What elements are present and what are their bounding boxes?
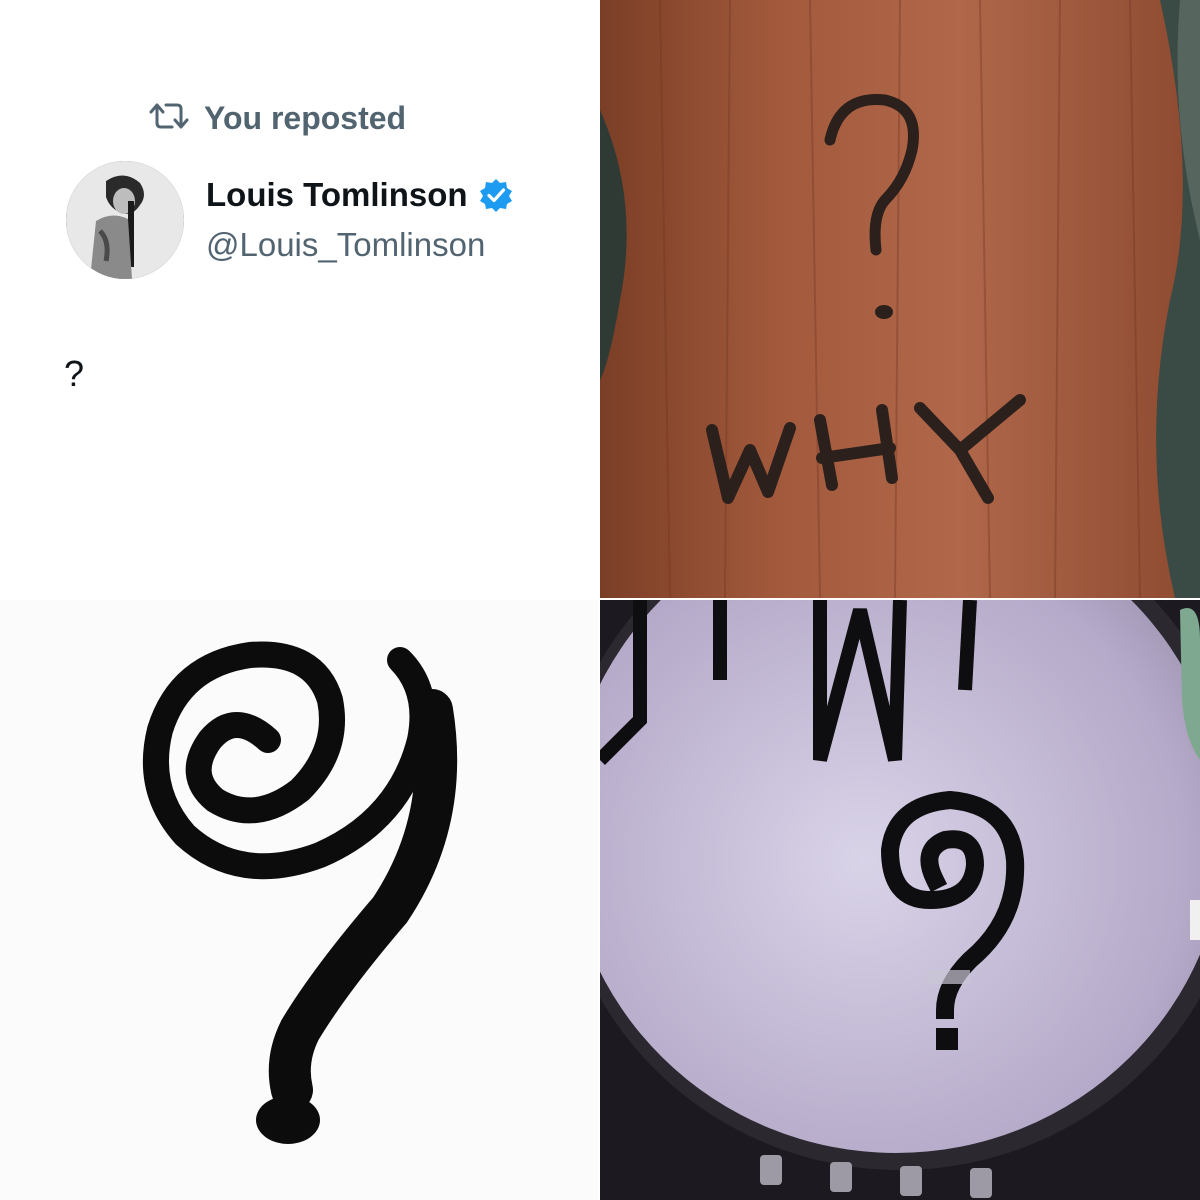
divider-vertical	[598, 0, 600, 1200]
divider-horizontal	[0, 598, 1200, 600]
handle[interactable]: @Louis_Tomlinson	[206, 226, 485, 264]
spiral-question-mark-logo	[0, 600, 598, 1200]
carved-why-text	[706, 394, 1026, 504]
photo-wood-carving	[600, 0, 1200, 598]
avatar[interactable]	[66, 161, 184, 279]
repost-icon	[148, 101, 190, 136]
display-name[interactable]: Louis Tomlinson	[206, 176, 468, 214]
repost-header: You reposted	[148, 100, 406, 137]
tweet-text: ?	[64, 353, 85, 394]
name-row: Louis Tomlinson	[206, 176, 514, 214]
photo-drum-question-mark	[600, 600, 1200, 1200]
tweet-panel: You reposted Louis Tomlinson @Louis_Toml…	[0, 0, 600, 598]
collage: You reposted Louis Tomlinson @Louis_Toml…	[0, 0, 1200, 1200]
verified-badge-icon	[478, 177, 514, 213]
repost-label: You reposted	[204, 100, 407, 136]
